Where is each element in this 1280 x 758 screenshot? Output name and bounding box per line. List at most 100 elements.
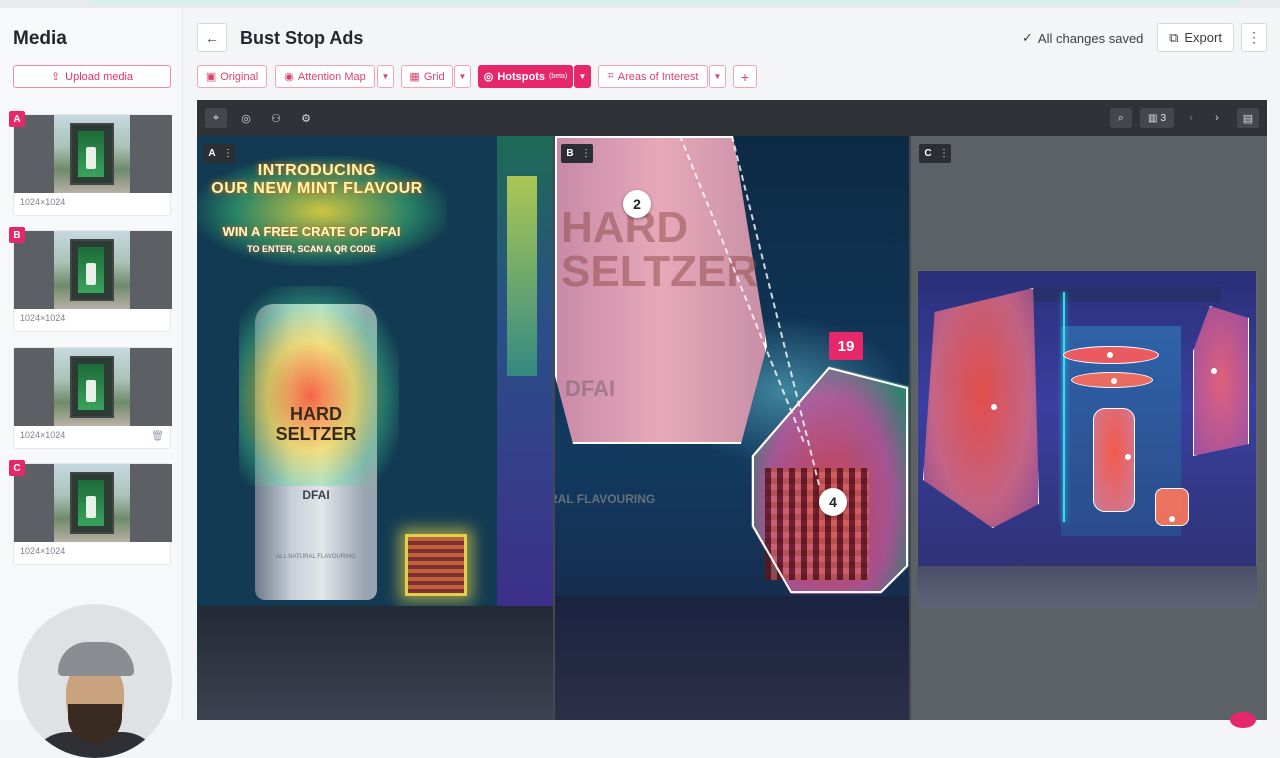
add-button[interactable]: +	[733, 65, 757, 88]
page-title: Bust Stop Ads	[240, 28, 364, 48]
ad-offer: WIN A FREE CRATE OF DFAI	[222, 224, 401, 239]
original-label: Original	[220, 70, 259, 83]
upload-label: Upload media	[65, 70, 134, 83]
beta-tag: (beta)	[548, 73, 568, 80]
presenter-avatar	[18, 604, 172, 758]
shelter-roof	[1019, 286, 1223, 302]
panel-letter: B	[561, 144, 579, 163]
can-brand: DFAI	[565, 376, 616, 401]
back-button[interactable]: ←	[197, 23, 227, 52]
kebab-menu-icon[interactable]: ⋮	[221, 144, 235, 163]
sidebar-title: Media	[13, 28, 67, 49]
areas-of-interest-dropdown[interactable]: ▼	[709, 65, 726, 88]
media-badge-a: A	[9, 111, 25, 127]
grid-label: Grid	[423, 70, 445, 83]
media-item-a[interactable]: 1024×1024	[13, 114, 172, 216]
columns-selector[interactable]: ▥ 3	[1140, 108, 1174, 128]
kebab-menu-icon: ⋮	[1247, 29, 1261, 45]
media-thumbnail	[14, 464, 172, 542]
chevron-right-icon[interactable]: ›	[1206, 108, 1228, 128]
hotspot-marker-2[interactable]: 2	[623, 190, 651, 218]
trash-icon[interactable]: 🗑	[151, 431, 164, 442]
panel-c[interactable]	[911, 136, 1267, 720]
kebab-menu-icon[interactable]: ⋮	[579, 144, 593, 163]
can-text: HARD SELTZER	[275, 404, 357, 444]
ground	[197, 606, 553, 720]
panel-b-label[interactable]: B ⋮	[561, 144, 593, 163]
select-tool-icon[interactable]: ⌖	[205, 108, 227, 128]
search-icon[interactable]: ⌕	[1110, 108, 1132, 128]
chevron-down-icon: ▼	[713, 72, 722, 81]
can-small-text: ALL NATURAL FLAVOURING	[276, 554, 356, 560]
hotspot-dot[interactable]	[991, 404, 997, 410]
media-thumbnail	[14, 115, 172, 193]
export-label: Export	[1184, 30, 1222, 45]
can-text: HARD SELTZER	[561, 203, 759, 296]
browser-top-strip	[0, 0, 1280, 8]
settings-icon[interactable]: ⚙	[295, 108, 317, 128]
areas-of-interest-label: Areas of Interest	[617, 70, 699, 83]
people-icon[interactable]: ⚇	[265, 108, 287, 128]
upload-media-button[interactable]: ⇪ Upload media	[13, 65, 171, 88]
hotspot-dot[interactable]	[1107, 352, 1113, 358]
media-dimensions: 1024×1024	[20, 313, 66, 323]
ground	[917, 566, 1257, 608]
heatmap-region	[239, 286, 399, 486]
kebab-menu-icon[interactable]: ⋮	[937, 144, 951, 163]
areas-of-interest-button[interactable]: ⌗ Areas of Interest	[598, 65, 708, 88]
crop-icon: ⌗	[607, 70, 614, 82]
focus-icon[interactable]: ◎	[235, 108, 257, 128]
hotspot-marker-4[interactable]: 4	[819, 488, 847, 516]
media-sidebar: Media ⇪ Upload media 1024×1024 A 1024×10…	[0, 8, 183, 758]
hotspot-dot[interactable]	[1111, 378, 1117, 384]
top-bar	[90, 0, 1240, 5]
chat-launcher[interactable]	[1230, 712, 1256, 728]
hotspot-count-badge: 19	[829, 332, 863, 360]
external-link-icon: ⧉	[1169, 29, 1179, 45]
hotspot-dot[interactable]	[1211, 368, 1217, 374]
ground	[555, 596, 909, 720]
media-thumbnail	[14, 348, 172, 426]
comment-icon[interactable]: ▤	[1237, 108, 1259, 128]
attention-map-button[interactable]: ◉ Attention Map	[275, 65, 375, 88]
hotspots-dropdown[interactable]: ▼	[574, 65, 591, 88]
grid-icon: ▦	[409, 71, 420, 83]
qr-area-outline	[752, 366, 908, 593]
area-of-interest-can[interactable]	[1093, 408, 1135, 512]
panel-b[interactable]: HARD SELTZER DFAI RAL FLAVOURING 2 4 19	[555, 136, 909, 720]
original-button[interactable]: ▣ Original	[197, 65, 267, 88]
upload-icon: ⇪	[50, 71, 61, 83]
more-options-button[interactable]: ⋮	[1241, 23, 1267, 52]
media-dimensions: 1024×1024	[20, 197, 66, 207]
area-of-interest-left[interactable]	[923, 288, 1039, 528]
hotspot-dot[interactable]	[1125, 454, 1131, 460]
heatmap-region	[507, 176, 537, 376]
save-status-label: All changes saved	[1037, 30, 1144, 46]
panel-a[interactable]: INTRODUCING OUR NEW MINT FLAVOUR WIN A F…	[197, 136, 553, 720]
media-dimensions: 1024×1024	[20, 430, 66, 440]
target-icon: ◎	[483, 71, 494, 83]
heatmap-region	[1063, 292, 1065, 522]
panel-letter: C	[919, 144, 937, 163]
save-status: ✓ All changes saved	[1022, 30, 1143, 46]
hotspot-dot[interactable]	[1169, 516, 1175, 522]
panel-c-label[interactable]: C ⋮	[919, 144, 951, 163]
can-flavouring-text: RAL FLAVOURING	[555, 492, 656, 506]
media-item-c[interactable]: 1024×1024	[13, 463, 172, 565]
columns-count: 3	[1160, 112, 1166, 124]
media-badge-c: C	[9, 460, 25, 476]
grid-dropdown[interactable]: ▼	[454, 65, 471, 88]
qr-code	[405, 534, 467, 596]
area-of-interest-right[interactable]	[1193, 306, 1249, 456]
export-button[interactable]: ⧉ Export	[1157, 23, 1234, 52]
media-item-3[interactable]: 1024×1024 🗑	[13, 347, 172, 449]
hotspots-button[interactable]: ◎ Hotspots (beta)	[478, 65, 573, 88]
ad-headline: INTRODUCING OUR NEW MINT FLAVOUR	[211, 162, 423, 197]
media-badge-b: B	[9, 227, 25, 243]
chevron-left-icon[interactable]: ‹	[1180, 108, 1202, 128]
media-item-b[interactable]: 1024×1024	[13, 230, 172, 332]
attention-map-dropdown[interactable]: ▼	[377, 65, 394, 88]
grid-button[interactable]: ▦ Grid	[401, 65, 453, 88]
panel-a-label[interactable]: A ⋮	[203, 144, 235, 163]
panel-letter: A	[203, 144, 221, 163]
